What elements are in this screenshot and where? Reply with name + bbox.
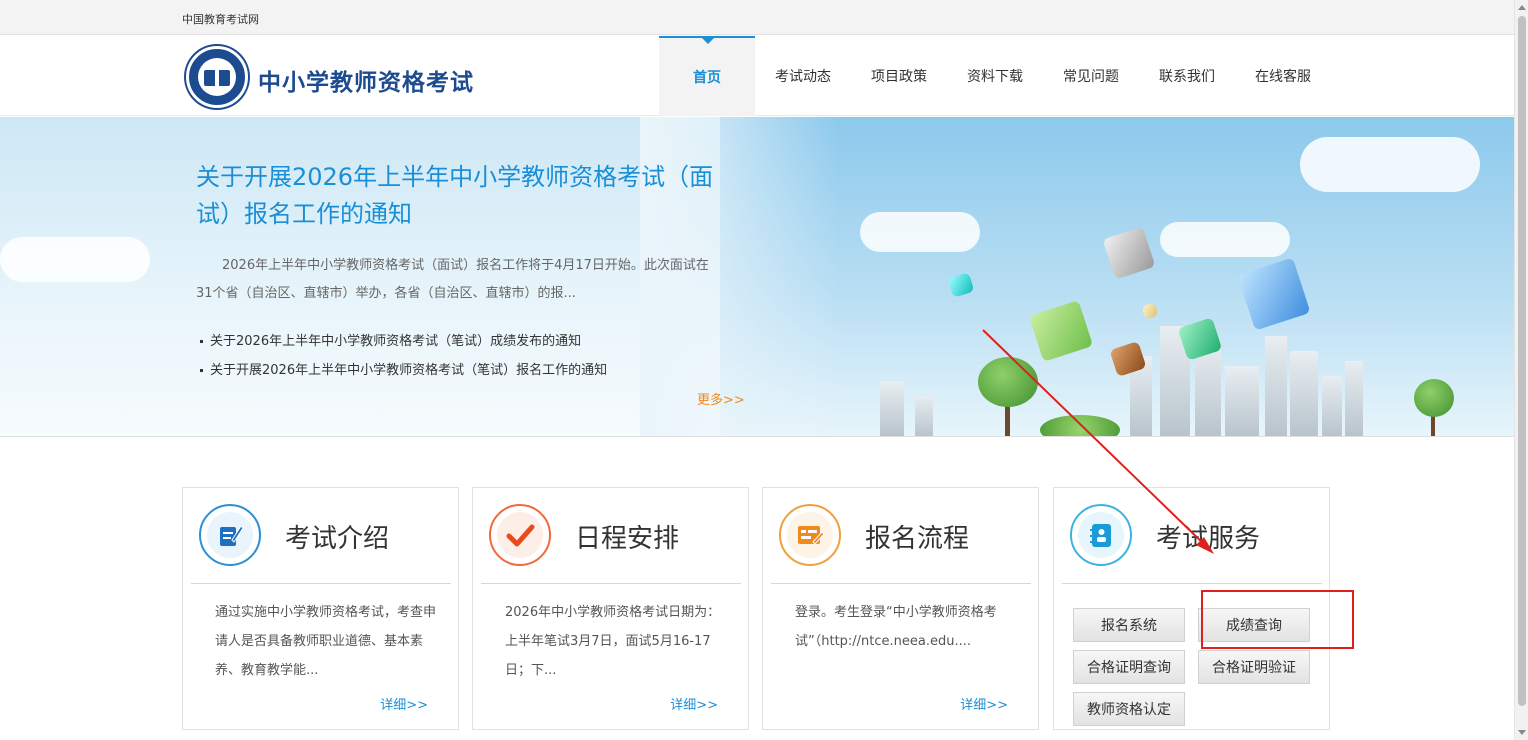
certificate-verify-button[interactable]: 合格证明验证 bbox=[1198, 650, 1310, 684]
card-schedule: 日程安排 2026年中小学教师资格考试日期为：上半年笔试3月7日，面试5月16-… bbox=[472, 487, 749, 730]
document-edit-icon bbox=[199, 504, 261, 566]
scroll-up-icon[interactable] bbox=[1518, 5, 1526, 10]
tree-shape bbox=[978, 357, 1038, 407]
logo-emblem-icon[interactable] bbox=[186, 46, 248, 108]
card-title: 报名流程 bbox=[865, 524, 970, 554]
cloud-shape bbox=[0, 237, 150, 282]
top-bar: 中国教育考试网 bbox=[0, 0, 1514, 35]
cloud-shape bbox=[1160, 222, 1290, 257]
scroll-down-icon[interactable] bbox=[1518, 730, 1526, 735]
details-link[interactable]: 详细>> bbox=[380, 694, 428, 713]
form-edit-icon bbox=[779, 504, 841, 566]
teacher-qualification-button[interactable]: 教师资格认定 bbox=[1073, 692, 1185, 726]
annotation-highlight-box bbox=[1201, 590, 1354, 649]
details-link[interactable]: 详细>> bbox=[670, 694, 718, 713]
nav-item-downloads[interactable]: 资料下载 bbox=[947, 36, 1043, 116]
tree-shape bbox=[1414, 379, 1454, 417]
details-link[interactable]: 详细>> bbox=[960, 694, 1008, 713]
news-link[interactable]: 关于开展2026年上半年中小学教师资格考试（笔试）报名工作的通知 bbox=[200, 356, 607, 385]
more-news-link[interactable]: 更多>> bbox=[697, 389, 745, 408]
card-title: 考试介绍 bbox=[285, 524, 390, 554]
address-book-icon bbox=[1070, 504, 1132, 566]
nav-item-faq[interactable]: 常见问题 bbox=[1043, 36, 1139, 116]
cloud-shape bbox=[860, 212, 980, 252]
nav-item-contact[interactable]: 联系我们 bbox=[1139, 36, 1235, 116]
checkmark-icon bbox=[489, 504, 551, 566]
scroll-thumb[interactable] bbox=[1518, 16, 1526, 706]
card-text: 2026年中小学教师资格考试日期为：上半年笔试3月7日，面试5月16-17日；下… bbox=[505, 605, 721, 678]
header: 中小学教师资格考试 首页 考试动态 项目政策 资料下载 常见问题 联系我们 在线… bbox=[0, 36, 1514, 116]
card-exam-intro: 考试介绍 通过实施中小学教师资格考试，考查申请人是否具备教师职业道德、基本素养、… bbox=[182, 487, 459, 730]
bullet-icon bbox=[200, 340, 203, 343]
site-name-link[interactable]: 中国教育考试网 bbox=[182, 11, 259, 27]
banner-news-list: 关于2026年上半年中小学教师资格考试（笔试）成绩发布的通知 关于开展2026年… bbox=[200, 327, 607, 385]
card-text: 登录。考生登录“中小学教师资格考试”（http://ntce.neea.edu.… bbox=[795, 605, 997, 649]
logo-text[interactable]: 中小学教师资格考试 bbox=[258, 63, 474, 97]
registration-system-button[interactable]: 报名系统 bbox=[1073, 608, 1185, 642]
nav-item-exam-news[interactable]: 考试动态 bbox=[755, 36, 851, 116]
card-text: 通过实施中小学教师资格考试，考查申请人是否具备教师职业道德、基本素养、教育教学能… bbox=[215, 605, 437, 678]
nav-item-home[interactable]: 首页 bbox=[659, 36, 755, 116]
cloud-shape bbox=[1300, 137, 1480, 192]
main-nav: 首页 考试动态 项目政策 资料下载 常见问题 联系我们 在线客服 bbox=[659, 36, 1331, 116]
nav-item-online-service[interactable]: 在线客服 bbox=[1235, 36, 1331, 116]
bullet-icon bbox=[200, 369, 203, 372]
banner-summary: 2026年上半年中小学教师资格考试（面试）报名工作将于4月17日开始。此次面试在… bbox=[196, 258, 709, 301]
banner-headline-link[interactable]: 关于开展2026年上半年中小学教师资格考试（面试）报名工作的通知 bbox=[196, 159, 726, 233]
news-link[interactable]: 关于2026年上半年中小学教师资格考试（笔试）成绩发布的通知 bbox=[200, 327, 607, 356]
certificate-query-button[interactable]: 合格证明查询 bbox=[1073, 650, 1185, 684]
card-title: 考试服务 bbox=[1156, 524, 1261, 554]
card-registration-process: 报名流程 登录。考生登录“中小学教师资格考试”（http://ntce.neea… bbox=[762, 487, 1039, 730]
nav-item-policy[interactable]: 项目政策 bbox=[851, 36, 947, 116]
page-scrollbar[interactable] bbox=[1514, 0, 1528, 740]
news-banner: 关于开展2026年上半年中小学教师资格考试（面试）报名工作的通知 2026年上半… bbox=[0, 117, 1514, 437]
card-title: 日程安排 bbox=[575, 524, 680, 554]
